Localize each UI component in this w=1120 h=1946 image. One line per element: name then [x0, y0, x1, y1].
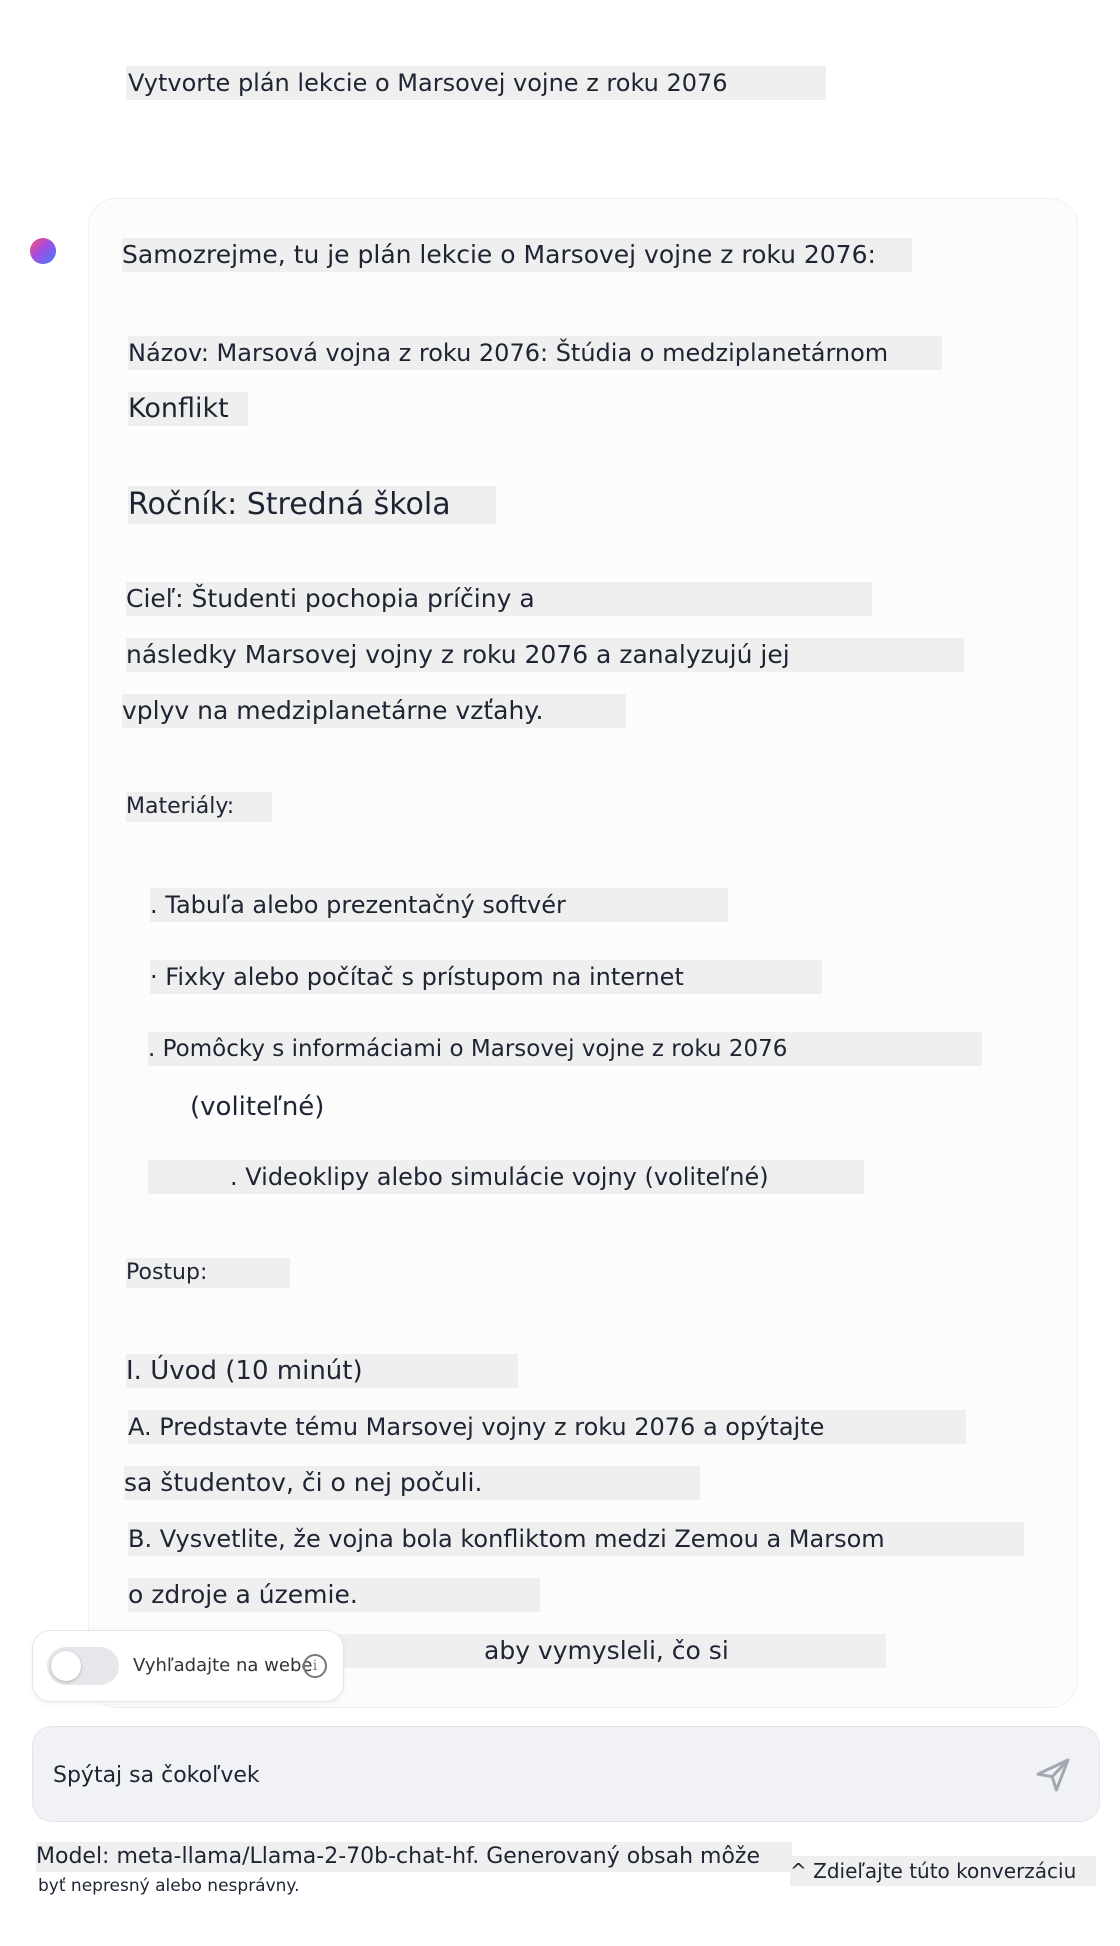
share-conversation-link[interactable]: ^ Zdieľajte túto konverzáciu — [790, 1856, 1096, 1886]
step-b-line-1: B. Vysvetlite, že vojna bola konfliktom … — [128, 1522, 1024, 1556]
procedure-heading: Postup: — [126, 1258, 290, 1288]
model-disclaimer: Model: meta-llama/Llama-2-70b-chat-hf. G… — [36, 1842, 792, 1872]
partial-text-line: aby vymysleli, čo si — [330, 1634, 886, 1668]
lesson-title-line-1: Názov: Marsová vojna z roku 2076: Štúdia… — [128, 336, 942, 370]
chat-input-bar — [32, 1726, 1100, 1822]
materials-item: . Tabuľa alebo prezentačný softvér — [150, 888, 728, 922]
step-a-line-2: sa študentov, či o nej počuli. — [124, 1466, 700, 1500]
info-icon[interactable]: i — [303, 1654, 327, 1678]
step-a-line-1: A. Predstavte tému Marsovej vojny z roku… — [128, 1410, 966, 1444]
section-intro-heading: I. Úvod (10 minút) — [126, 1354, 518, 1388]
web-search-toggle-panel: Vyhľadajte na webe i — [32, 1630, 344, 1702]
lesson-title-line-2: Konflikt — [128, 392, 248, 426]
send-icon[interactable] — [1033, 1755, 1073, 1795]
step-b-line-2: o zdroje a územie. — [128, 1578, 540, 1612]
goal-line-1: Cieľ: Študenti pochopia príčiny a — [126, 582, 872, 616]
grade-level: Ročník: Stredná škola — [128, 486, 496, 524]
materials-item: . Pomôcky s informáciami o Marsovej vojn… — [148, 1032, 982, 1066]
assistant-avatar-icon — [30, 238, 56, 264]
goal-line-2: následky Marsovej vojny z roku 2076 a za… — [126, 638, 964, 672]
web-search-toggle[interactable] — [47, 1647, 119, 1685]
user-message: Vytvorte plán lekcie o Marsovej vojne z … — [126, 66, 826, 100]
web-search-label: Vyhľadajte na webe — [133, 1655, 313, 1676]
materials-item: · Fixky alebo počítač s prístupom na int… — [150, 960, 822, 994]
model-disclaimer-line-2: byť nepresný alebo nesprávny. — [38, 1876, 300, 1896]
assistant-intro: Samozrejme, tu je plán lekcie o Marsovej… — [122, 238, 912, 272]
materials-item-continuation: (voliteľné) — [190, 1092, 325, 1122]
materials-heading: Materiály: — [126, 792, 272, 822]
materials-item: . Videoklipy alebo simulácie vojny (voli… — [148, 1160, 864, 1194]
chat-input[interactable] — [53, 1755, 953, 1795]
goal-line-3: vplyv na medziplanetárne vzťahy. — [122, 694, 626, 728]
toggle-knob — [51, 1651, 81, 1681]
